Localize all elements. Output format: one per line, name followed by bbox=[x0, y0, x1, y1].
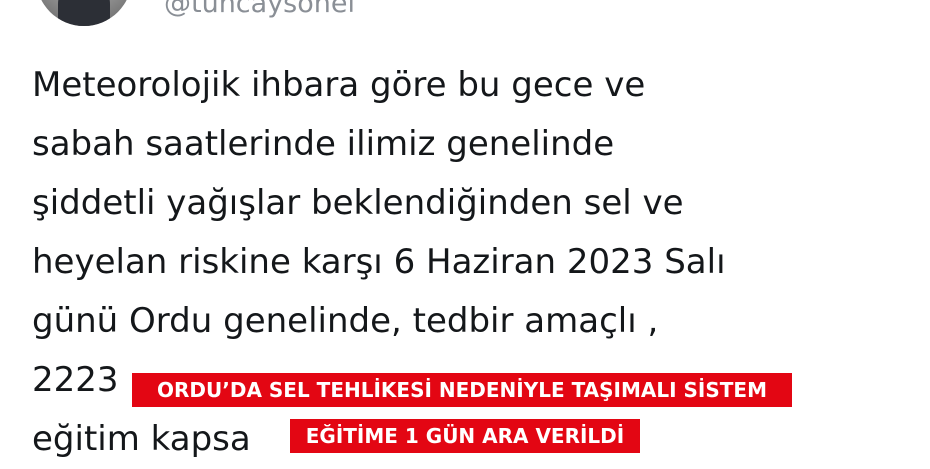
tweet-line: şiddetli yağışlar beklendiğinden sel ve bbox=[32, 183, 684, 223]
user-handle[interactable]: @tuncaysonel bbox=[164, 0, 355, 20]
news-caption-headline: ORDU’DA SEL TEHLİKESİ NEDENİYLE TAŞIMALI… bbox=[132, 373, 792, 407]
profile-avatar[interactable] bbox=[36, 0, 132, 26]
tweet-line: Meteorolojik ihbara göre bu gece ve bbox=[32, 65, 646, 105]
tweet-line: sabah saatlerinde ilimiz genelinde bbox=[32, 124, 615, 164]
tweet-line: günü Ordu genelinde, tedbir amaçlı , bbox=[32, 301, 659, 341]
avatar-figure bbox=[58, 0, 110, 26]
tweet-line: heyelan riskine karşı 6 Haziran 2023 Sal… bbox=[32, 242, 726, 282]
tweet-text: Meteorolojik ihbara göre bu gece ve saba… bbox=[32, 56, 912, 469]
news-caption-subline: EĞİTİME 1 GÜN ARA VERİLDİ bbox=[290, 419, 640, 453]
